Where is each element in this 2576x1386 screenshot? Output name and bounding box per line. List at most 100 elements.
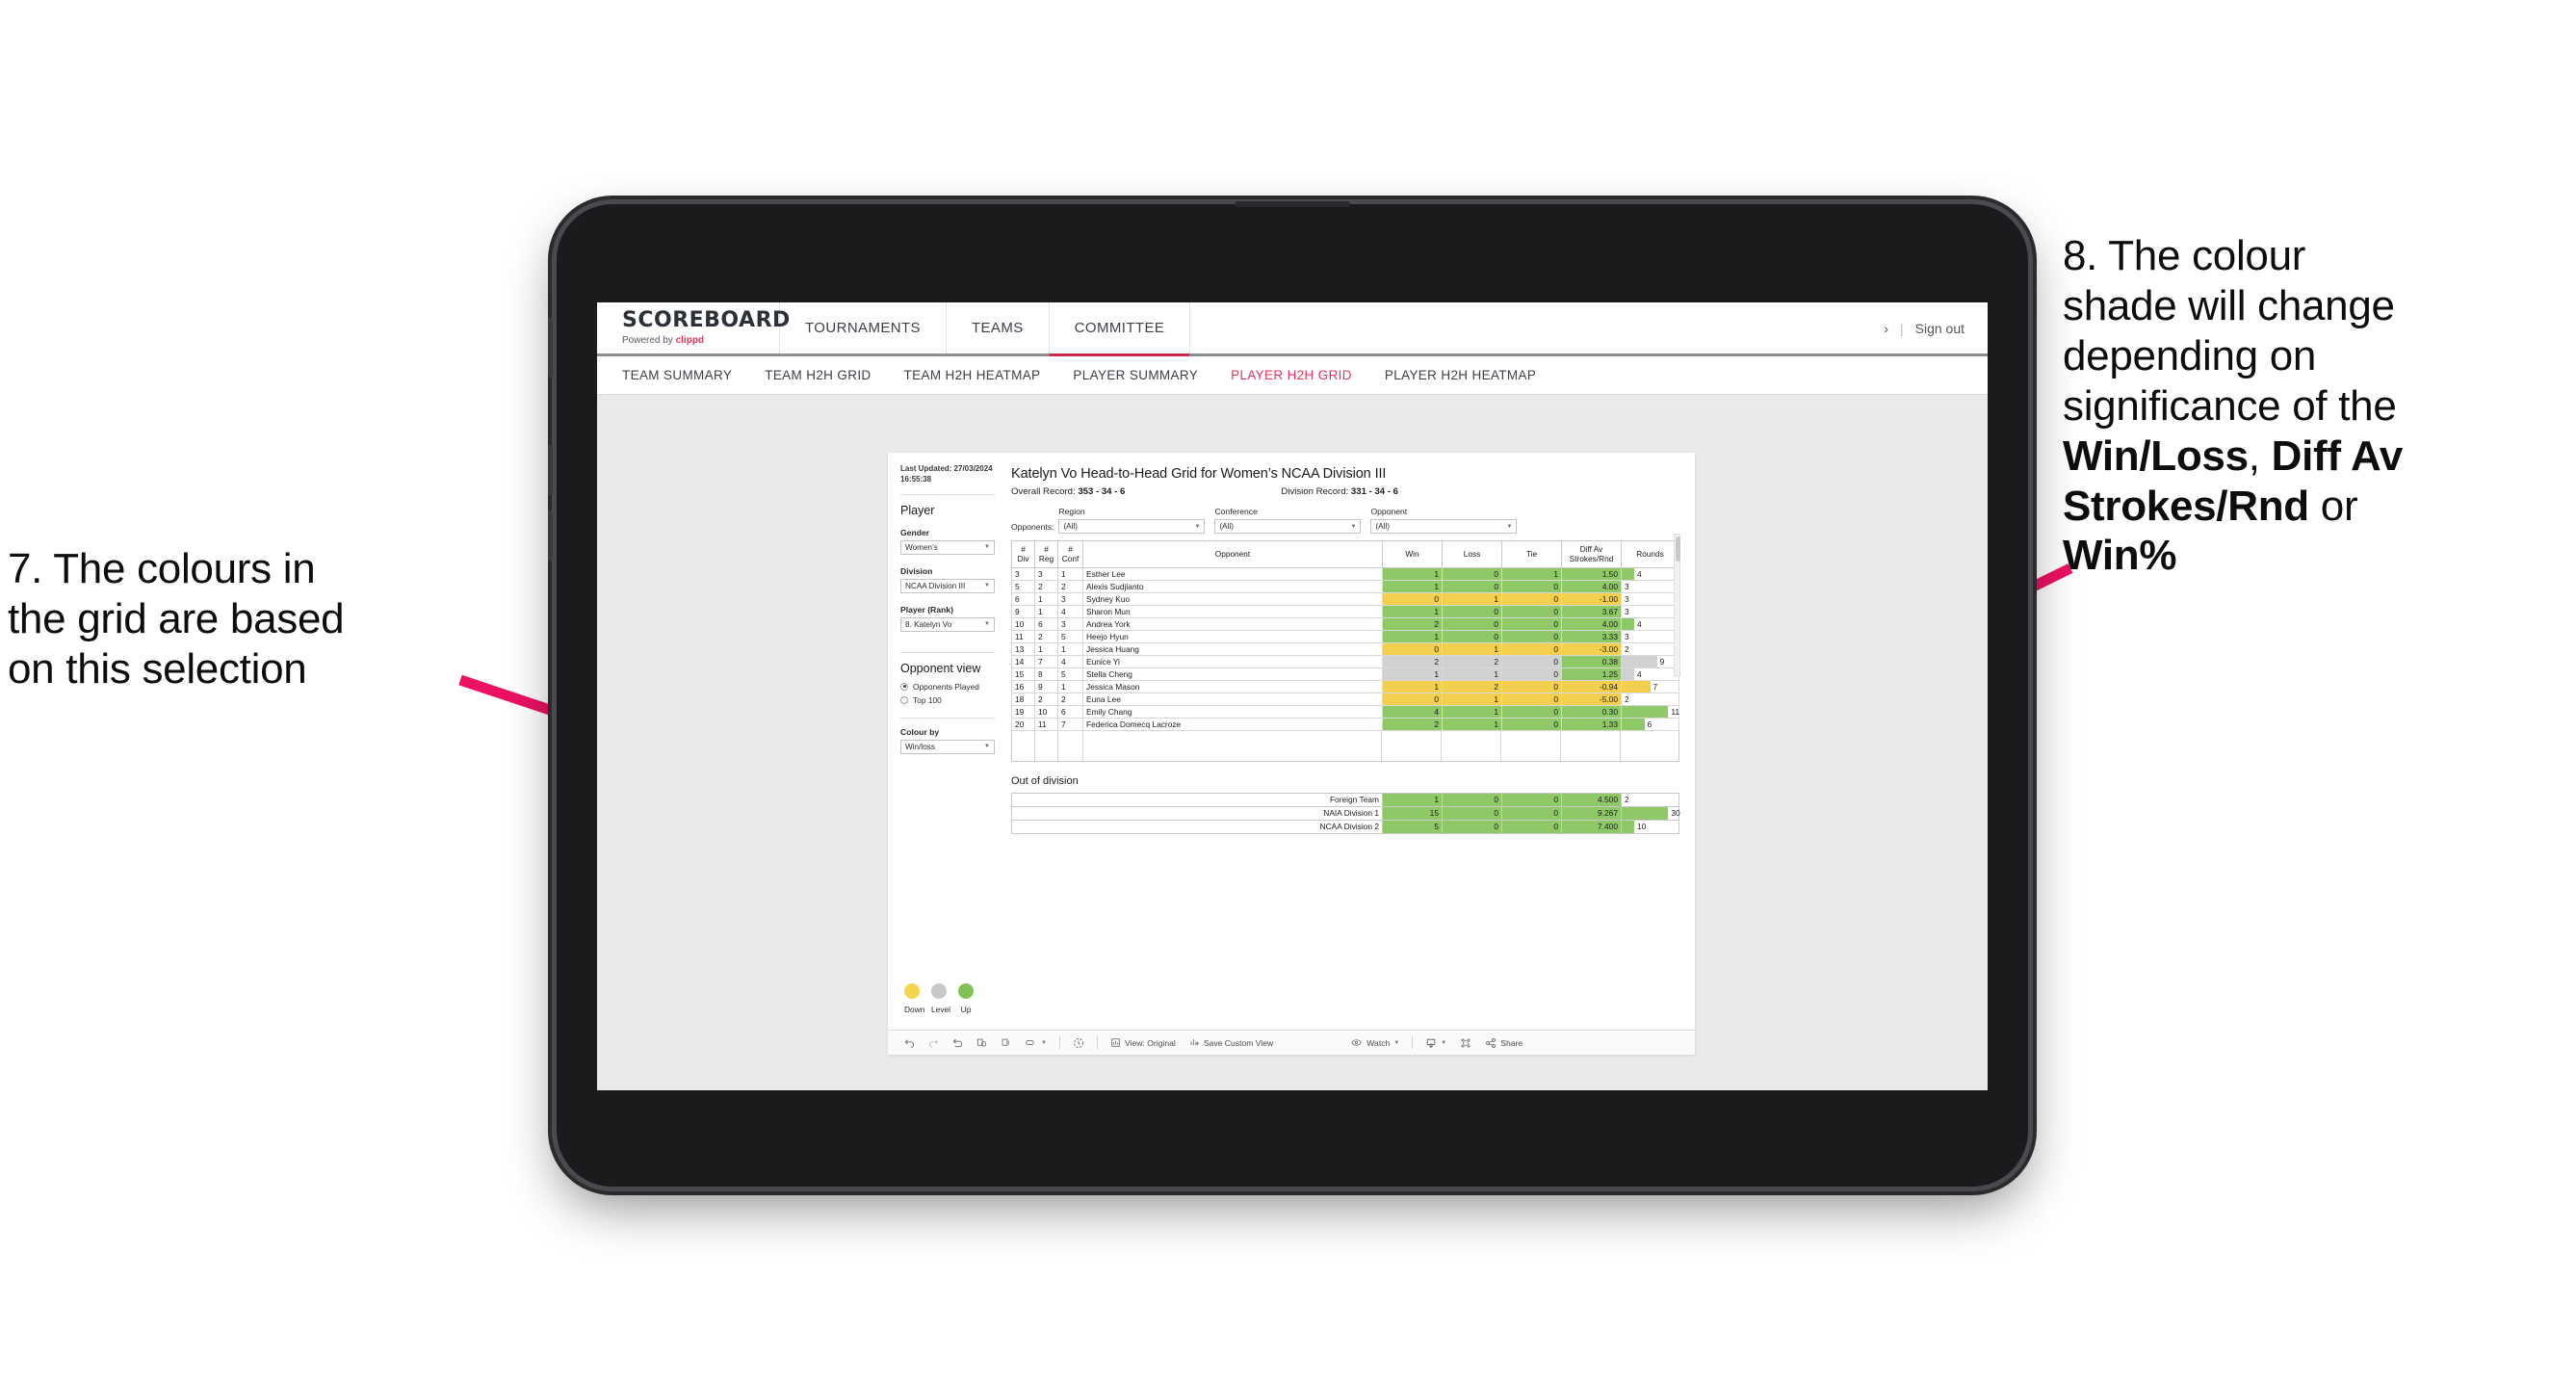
topnav-item-committee[interactable]: COMMITTEE [1049,302,1191,356]
annotation-left-line-1: 7. The colours in [8,545,316,592]
grid-column-header-tie[interactable]: Tie [1501,540,1562,568]
table-row[interactable]: 16 9 1 Jessica Mason 1 2 0 -0.94 7 [1011,679,1679,693]
clock-icon[interactable] [1066,1037,1091,1049]
brand-logo[interactable]: SCOREBOARD Powered by clippd [597,302,790,353]
subnav-item-team-summary[interactable]: TEAM SUMMARY [622,368,732,382]
scrollbar-thumb[interactable] [1676,536,1680,562]
cell-tie: 0 [1501,679,1562,693]
undo-button[interactable] [898,1037,922,1048]
grid-column-header-div[interactable]: # Div [1011,540,1035,568]
cell-win: 1 [1382,629,1443,643]
share-button[interactable]: Share [1478,1037,1529,1049]
table-row[interactable]: 9 1 4 Sharon Mun 1 0 0 3.67 3 [1011,604,1679,618]
cell-div: 13 [1011,641,1035,656]
grid-column-header-conf[interactable]: # Conf [1057,540,1083,568]
table-row[interactable]: 5 2 2 Alexis Sudjianto 1 0 0 4.00 3 [1011,579,1679,593]
cell-win: 1 [1382,667,1443,681]
redo-button[interactable] [922,1037,946,1048]
cell-rounds: 4 [1621,616,1679,631]
table-row[interactable]: 11 2 5 Heejo Hyun 1 0 0 3.33 3 [1011,629,1679,643]
table-row[interactable]: 3 3 1 Esther Lee 1 0 1 1.50 4 [1011,566,1679,581]
cell-tie: 0 [1501,717,1562,731]
grid-column-header-rounds[interactable]: Rounds [1621,540,1679,568]
grid-column-header-win[interactable]: Win [1382,540,1443,568]
cell-conf: 1 [1057,679,1083,693]
cell-rounds: 2 [1621,692,1679,706]
refresh-button[interactable] [970,1037,994,1048]
view-original-button[interactable]: View: Original [1104,1037,1183,1048]
volume-up-button[interactable] [548,445,553,495]
divider-3 [900,717,995,719]
radio-opponents-played[interactable]: Opponents Played [900,682,995,692]
division-select[interactable]: NCAA Division III ▼ [900,578,995,593]
cell-conf: 2 [1057,579,1083,593]
grid-column-header-loss[interactable]: Loss [1442,540,1502,568]
subnav-item-player-h2h-heatmap[interactable]: PLAYER H2H HEATMAP [1385,368,1536,382]
chevron-right-icon[interactable]: › [1884,321,1888,336]
cell-group-name: NCAA Division 2 [1011,819,1383,834]
cell-reg: 7 [1034,654,1058,668]
subnav-item-team-h2h-grid[interactable]: TEAM H2H GRID [765,368,871,382]
grid-empty-area [1011,730,1679,762]
volume-down-button[interactable] [548,510,553,561]
cell-rounds: 7 [1621,679,1679,693]
table-row[interactable]: 10 6 3 Andrea York 2 0 0 4.00 4 [1011,616,1679,631]
grid-column-header-diff-av-strokes-rnd[interactable]: Diff Av Strokes/Rnd [1561,540,1622,568]
table-row[interactable]: 15 8 5 Stella Cheng 1 1 0 1.25 4 [1011,667,1679,681]
cell-rounds: 9 [1621,654,1679,668]
annotation-bold-winloss: Win/Loss [2063,431,2249,480]
cell-diff: 4.00 [1561,616,1622,631]
cell-tie: 0 [1501,819,1562,834]
table-row[interactable]: 14 7 4 Eunice Yi 2 2 0 0.38 9 [1011,654,1679,668]
save-custom-view-button[interactable]: Save Custom View [1183,1037,1280,1048]
opponent-select[interactable]: (All) ▼ [1370,519,1518,534]
chevron-down-icon: ▼ [984,583,990,589]
player-rank-label: Player (Rank) [900,604,953,615]
watch-button[interactable]: Watch ▼ [1343,1037,1406,1048]
subnav-item-team-h2h-heatmap[interactable]: TEAM H2H HEATMAP [904,368,1041,382]
cell-tie: 0 [1501,616,1562,631]
out-of-division-row[interactable]: Foreign Team 1 0 0 4.500 2 [1011,792,1679,807]
fullscreen-button[interactable] [1453,1037,1478,1049]
highlight-dropdown[interactable]: ▼ [1018,1037,1054,1048]
grid-vertical-scrollbar[interactable] [1674,534,1680,676]
grid-column-header-reg[interactable]: # Reg [1034,540,1058,568]
topnav-item-tournaments[interactable]: TOURNAMENTS [780,302,947,353]
grid-scroll-shell: # Div # Reg # Conf Opponent Win Loss Tie Diff Av St… [1011,534,1680,731]
subnav-item-player-summary[interactable]: PLAYER SUMMARY [1073,368,1198,382]
topnav-item-teams[interactable]: TEAMS [947,302,1050,353]
out-of-division-row[interactable]: NAIA Division 1 15 0 0 9.267 30 [1011,805,1680,821]
out-of-division-row[interactable]: NCAA Division 2 5 0 0 7.400 10 [1011,819,1679,834]
cell-win: 1 [1382,679,1443,693]
gender-select[interactable]: Women’s ▼ [900,539,995,555]
cell-reg: 1 [1034,591,1058,606]
table-row[interactable]: 20 11 7 Federica Domecq Lacroze 2 1 0 1.33 6 [1011,717,1679,731]
table-row[interactable]: 18 2 2 Euna Lee 0 1 0 -5.00 2 [1011,692,1679,706]
revert-button[interactable] [946,1037,970,1048]
sign-out-link[interactable]: Sign out [1915,321,1965,336]
pause-button[interactable] [994,1037,1018,1048]
cell-tie: 0 [1501,805,1562,821]
cell-win: 2 [1382,654,1443,668]
colour-by-select[interactable]: Win/loss ▼ [900,739,995,754]
table-row[interactable]: 6 1 3 Sydney Kuo 0 1 0 -1.00 3 [1011,591,1679,606]
cell-rounds: 2 [1621,641,1679,656]
cell-loss: 1 [1442,704,1502,719]
table-row[interactable]: 13 1 1 Jessica Huang 0 1 0 -3.00 2 [1011,641,1679,656]
radio-top-100[interactable]: Top 100 [900,695,995,705]
table-row[interactable]: 19 10 6 Emily Chang 4 1 0 0.30 11 [1011,704,1679,719]
cell-diff: 0.38 [1561,654,1622,668]
radio-opponents-played-label: Opponents Played [913,681,979,692]
save-custom-view-label: Save Custom View [1203,1037,1274,1048]
colour-by-value: Win/loss [905,742,935,751]
download-button[interactable]: ▼ [1418,1037,1453,1049]
cell-div: 11 [1011,629,1035,643]
cell-opponent: Andrea York [1082,616,1383,631]
out-of-division-table: Foreign Team 1 0 0 4.500 2 NAIA Division 1 15 0 0… [1011,792,1680,834]
subnav-item-player-h2h-grid[interactable]: PLAYER H2H GRID [1231,368,1352,382]
cell-loss: 0 [1442,604,1502,618]
conference-select[interactable]: (All) ▼ [1214,519,1362,534]
grid-column-header-opponent[interactable]: Opponent [1082,540,1383,568]
player-rank-select[interactable]: 8. Katelyn Vo ▼ [900,616,995,632]
region-select[interactable]: (All) ▼ [1058,519,1206,534]
